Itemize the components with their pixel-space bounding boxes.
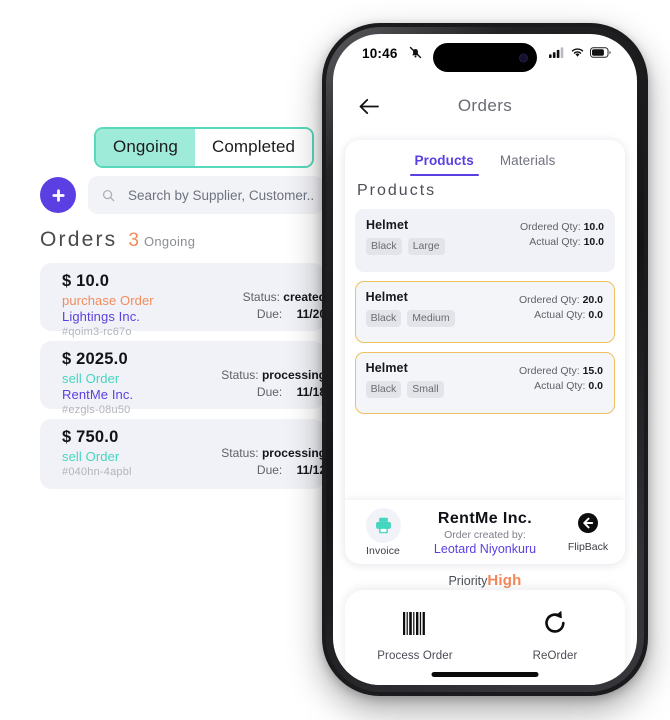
ordered-qty-label: Ordered Qty: xyxy=(518,365,580,378)
order-due-label: Due: xyxy=(256,385,283,399)
order-meta: Status: created Due: 11/20 xyxy=(243,289,326,323)
order-meta: Status: processing Due: 11/18 xyxy=(221,367,326,401)
priority-value: High xyxy=(487,572,522,589)
process-order-button[interactable]: Process Order xyxy=(345,590,485,685)
dynamic-island xyxy=(433,43,537,72)
arrow-left-circle-icon xyxy=(578,513,598,533)
order-footer: Invoice RentMe Inc. Order created by: Le… xyxy=(345,500,625,564)
product-tag-size: Large xyxy=(407,238,445,255)
order-status-label: Status: xyxy=(221,446,259,460)
order-reference: #ezgls-08u50 xyxy=(62,404,131,416)
table-row[interactable]: $ 2025.0 sell Order RentMe Inc. #ezgls-0… xyxy=(40,341,326,416)
barcode-icon xyxy=(345,608,485,638)
reorder-label: ReOrder xyxy=(532,650,578,662)
battery-icon xyxy=(590,47,611,58)
tab-products[interactable]: Products xyxy=(409,153,480,177)
process-order-label: Process Order xyxy=(377,650,453,662)
refresh-icon xyxy=(485,608,625,638)
segment-ongoing[interactable]: Ongoing xyxy=(96,129,195,166)
product-tag-size: Small xyxy=(407,380,444,398)
invoice-icon-circle xyxy=(365,508,401,543)
invoice-button[interactable]: Invoice xyxy=(359,508,407,557)
order-filter-segmented-control[interactable]: Ongoing Completed xyxy=(94,127,315,168)
section-title: Products xyxy=(357,182,437,199)
ordered-qty-label: Ordered Qty: xyxy=(519,221,581,233)
tab-materials[interactable]: Materials xyxy=(500,153,556,176)
product-list: Helmet Black Large Ordered Qty: 10.0 Act… xyxy=(355,209,615,415)
priority-label: Priority xyxy=(448,574,488,588)
add-order-button[interactable] xyxy=(40,177,76,213)
ordered-qty-value: 10.0 xyxy=(583,221,604,233)
navigation-bar: Orders xyxy=(333,92,637,130)
status-badge: created xyxy=(283,290,326,304)
search-input[interactable]: Search by Supplier, Customer.. xyxy=(88,176,324,214)
order-due-label: Due: xyxy=(256,463,283,477)
wifi-icon xyxy=(571,48,584,57)
table-row[interactable]: $ 10.0 purchase Order Lightings Inc. #qo… xyxy=(40,263,326,338)
actual-qty-label: Actual Qty: xyxy=(534,380,586,393)
list-item[interactable]: Helmet Black Large Ordered Qty: 10.0 Act… xyxy=(355,209,615,272)
plus-icon xyxy=(51,188,65,202)
list-item[interactable]: Helmet Black Medium Ordered Qty: 20.0 Ac… xyxy=(355,281,615,344)
reorder-button[interactable]: ReOrder xyxy=(485,590,625,685)
orders-heading: Orders 3 Ongoing xyxy=(40,228,195,252)
product-tag-color: Black xyxy=(365,380,402,398)
cellular-bars-icon xyxy=(549,47,564,58)
segment-completed[interactable]: Completed xyxy=(194,129,313,166)
product-tag-color: Black xyxy=(366,238,402,255)
list-item[interactable]: Helmet Black Small Ordered Qty: 15.0 Act… xyxy=(355,352,615,415)
product-tag-color: Black xyxy=(365,309,402,327)
order-due-label: Due: xyxy=(256,307,283,321)
phone-screen: 10:46 Orders Products Materials Products… xyxy=(333,34,637,685)
invoice-label: Invoice xyxy=(366,545,400,557)
tab-bar: Products Materials xyxy=(345,140,625,177)
status-badge: processing xyxy=(261,446,326,460)
front-camera-icon xyxy=(519,53,528,62)
product-quantities: Ordered Qty: 10.0 Actual Qty: 10.0 xyxy=(520,220,604,250)
orders-heading-title: Orders xyxy=(40,228,118,251)
orders-count: 3 xyxy=(128,230,139,251)
table-row[interactable]: $ 750.0 sell Order #040hn-4apbl Status: … xyxy=(40,419,326,489)
orders-count-label: Ongoing xyxy=(143,234,196,249)
status-badge: processing xyxy=(261,368,326,382)
order-reference: #qoim3-rc67o xyxy=(62,326,132,338)
order-status-label: Status: xyxy=(242,290,280,304)
flipback-button[interactable]: FlipBack xyxy=(560,512,616,553)
phone-mockup: 10:46 Orders Products Materials Products… xyxy=(322,23,648,696)
order-detail-sheet: Products Materials Products Helmet Black… xyxy=(345,140,625,564)
printer-icon xyxy=(375,517,391,534)
priority-row: PriorityHigh xyxy=(333,572,637,590)
action-bar: Process Order ReOrder xyxy=(345,590,625,685)
product-quantities: Ordered Qty: 20.0 Actual Qty: 0.0 xyxy=(519,293,603,323)
ordered-qty-value: 20.0 xyxy=(582,294,603,306)
actual-qty-value: 0.0 xyxy=(588,309,603,321)
bell-muted-icon xyxy=(409,46,422,64)
status-bar: 10:46 xyxy=(333,34,637,78)
status-indicators xyxy=(549,47,611,58)
product-quantities: Ordered Qty: 15.0 Actual Qty: 0.0 xyxy=(519,364,603,394)
search-placeholder: Search by Supplier, Customer.. xyxy=(128,187,315,203)
actual-qty-value: 10.0 xyxy=(583,236,604,248)
search-icon xyxy=(102,189,115,202)
ordered-qty-label: Ordered Qty: xyxy=(518,294,580,306)
order-status-label: Status: xyxy=(221,368,259,382)
ordered-qty-value: 15.0 xyxy=(582,365,603,378)
actual-qty-value: 0.0 xyxy=(588,380,603,393)
page-title: Orders xyxy=(457,96,513,115)
home-indicator[interactable] xyxy=(431,672,539,677)
orders-list: $ 10.0 purchase Order Lightings Inc. #qo… xyxy=(40,263,326,499)
status-time: 10:46 xyxy=(362,46,398,61)
order-meta: Status: processing Due: 11/12 xyxy=(221,445,326,479)
product-tag-size: Medium xyxy=(407,309,455,327)
flipback-label: FlipBack xyxy=(567,541,609,553)
actual-qty-label: Actual Qty: xyxy=(534,309,586,321)
actual-qty-label: Actual Qty: xyxy=(529,236,581,248)
